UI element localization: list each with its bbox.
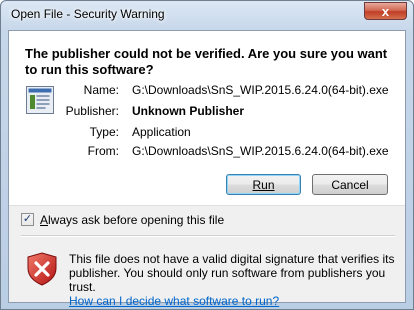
publisher-label: Publisher: [65, 104, 119, 118]
always-ask-checkbox[interactable]: ✓ [21, 213, 34, 226]
always-ask-label[interactable]: Always ask before opening this file [40, 213, 224, 227]
close-icon: x [381, 3, 390, 19]
name-label: Name: [83, 83, 119, 97]
publisher-value: Unknown Publisher [132, 104, 245, 118]
cancel-button[interactable]: Cancel [312, 174, 388, 195]
from-value: G:\Downloads\SnS_WIP.2015.6.24.0(64-bit)… [132, 144, 389, 158]
type-value: Application [132, 125, 191, 139]
warning-message: This file does not have a valid digital … [69, 252, 395, 308]
accesskey-letter: A [40, 213, 49, 227]
warning-panel: ✓ Always ask before opening this file Th… [9, 206, 405, 308]
title-bar: Open File - Security Warning x [1, 1, 413, 29]
close-button[interactable]: x [364, 2, 407, 20]
always-ask-label-text: lways ask before opening this file [48, 213, 225, 227]
help-link[interactable]: How can I decide what software to run? [69, 294, 279, 308]
warning-headline: The publisher could not be verified. Are… [25, 46, 388, 77]
run-button[interactable]: Run [226, 174, 301, 195]
security-warning-dialog: Open File - Security Warning x The publi… [0, 0, 414, 310]
warning-text: This file does not have a valid digital … [69, 252, 395, 294]
cancel-button-label: Cancel [331, 177, 369, 192]
run-button-label: Run [252, 177, 275, 192]
window-title: Open File - Security Warning [11, 7, 165, 21]
dialog-body: The publisher could not be verified. Are… [8, 30, 406, 308]
details-panel: The publisher could not be verified. Are… [9, 31, 405, 205]
from-label: From: [87, 144, 119, 158]
name-value: G:\Downloads\SnS_WIP.2015.6.24.0(64-bit)… [132, 83, 389, 97]
shield-error-icon [27, 252, 57, 286]
warning-divider-highlight [21, 236, 395, 237]
type-label: Type: [89, 125, 119, 139]
checkmark-icon: ✓ [22, 213, 33, 225]
